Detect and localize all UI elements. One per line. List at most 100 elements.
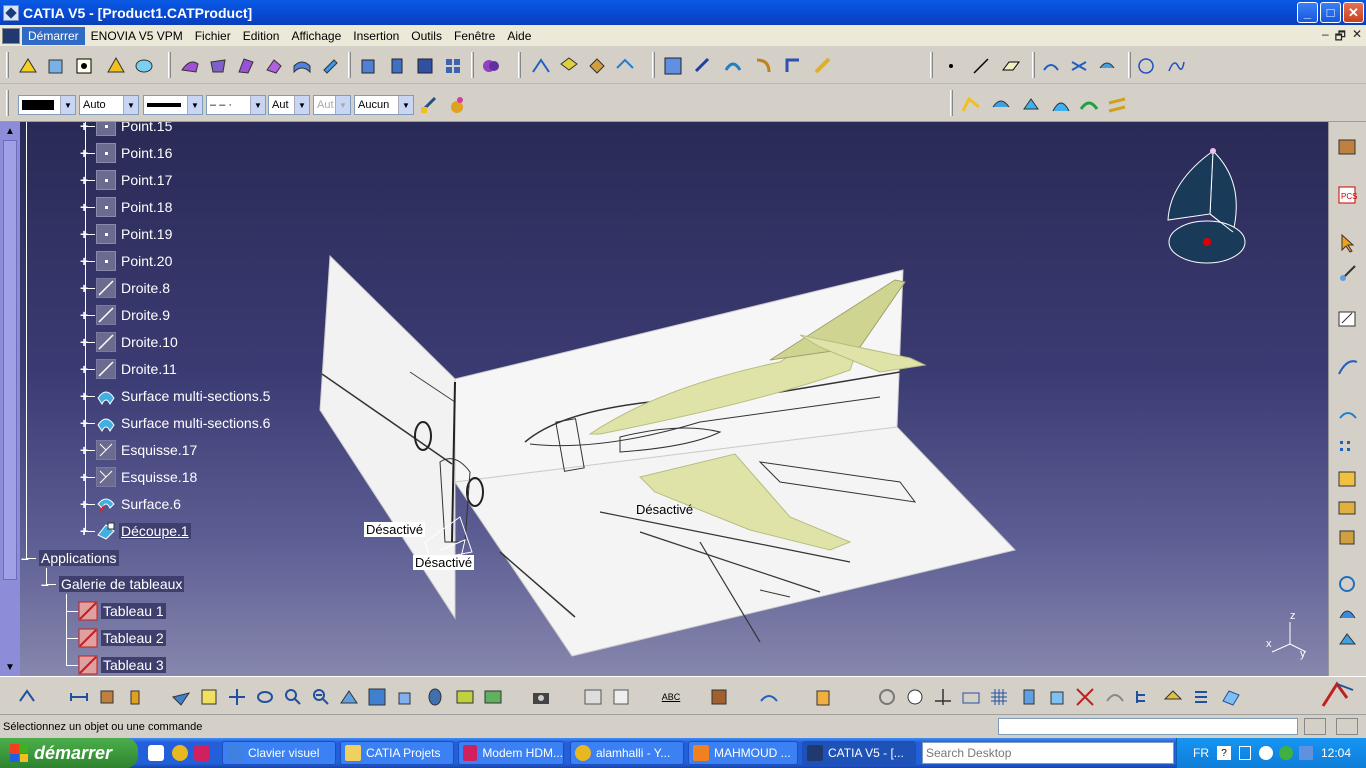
- tree-expand-icon[interactable]: +: [80, 443, 90, 457]
- scaling-tool-icon[interactable]: [782, 55, 804, 77]
- pattern-tool-icon[interactable]: [442, 55, 464, 77]
- spline-tool-icon[interactable]: [1165, 55, 1187, 77]
- tree-expand-icon[interactable]: +: [80, 254, 90, 268]
- task-modem[interactable]: Modem HDM...: [458, 741, 564, 765]
- tree-node[interactable]: Droite.9: [96, 304, 172, 326]
- tree-node[interactable]: Point.20: [96, 250, 174, 272]
- cube-tool-icon[interactable]: [45, 55, 67, 77]
- tree-expand-icon[interactable]: +: [80, 497, 90, 511]
- spell-check-icon[interactable]: ABC: [660, 686, 682, 708]
- mass-icon[interactable]: [124, 686, 146, 708]
- boolean-tool-icon[interactable]: [480, 55, 502, 77]
- extract-tool-icon[interactable]: [530, 55, 552, 77]
- extrude-tool-icon[interactable]: [105, 55, 127, 77]
- command-cancel-button[interactable]: [1336, 718, 1358, 735]
- spin-icon[interactable]: [876, 686, 898, 708]
- design-table-icon[interactable]: [610, 686, 632, 708]
- line-tool-icon[interactable]: [970, 55, 992, 77]
- tree-expand-icon[interactable]: +: [80, 173, 90, 187]
- tree-collapse-icon[interactable]: –: [21, 551, 31, 565]
- fit-all-icon[interactable]: [198, 686, 220, 708]
- tree-node[interactable]: Droite.11: [96, 358, 179, 380]
- network-icon[interactable]: [1279, 746, 1293, 760]
- sweep-tool-icon[interactable]: [179, 55, 201, 77]
- chrome-quicklaunch-icon[interactable]: [172, 745, 188, 761]
- menu-edition[interactable]: Edition: [237, 27, 286, 45]
- menu-fichier[interactable]: Fichier: [189, 27, 237, 45]
- edge-fillet-icon[interactable]: [960, 94, 982, 116]
- transparency-select[interactable]: Auto ▼: [79, 95, 139, 115]
- tree-node[interactable]: Droite.8: [96, 277, 172, 299]
- solid-tool-icon[interactable]: [357, 55, 379, 77]
- knowledge-icon[interactable]: [1337, 574, 1359, 596]
- tree-expand-icon[interactable]: +: [80, 524, 90, 538]
- hide-show-icon[interactable]: [454, 686, 476, 708]
- task-catia-projets[interactable]: CATIA Projets: [340, 741, 454, 765]
- snap-grid-icon[interactable]: [988, 686, 1010, 708]
- task-clavier-visuel[interactable]: Clavier visuel: [222, 741, 336, 765]
- join-tool-icon[interactable]: [319, 55, 341, 77]
- fill-tool-icon[interactable]: [207, 55, 229, 77]
- chordal-fillet-icon[interactable]: [1106, 94, 1128, 116]
- start-button[interactable]: démarrer: [0, 738, 138, 768]
- scroll-up-icon[interactable]: ▲: [2, 124, 18, 138]
- offset-tool-icon[interactable]: [291, 55, 313, 77]
- analysis-icon[interactable]: [758, 686, 780, 708]
- dress-up-icon[interactable]: [1162, 686, 1184, 708]
- minimize-button[interactable]: _: [1297, 2, 1318, 23]
- tree-expand-icon[interactable]: +: [80, 416, 90, 430]
- 3d-viewport[interactable]: z y x Désactivé Désactivé Désactivé ▲ ▼ …: [0, 122, 1328, 676]
- desktop-quicklaunch-icon[interactable]: [148, 745, 164, 761]
- tree-expand-icon[interactable]: +: [80, 281, 90, 295]
- tree-node[interactable]: Esquisse.18: [96, 466, 199, 488]
- select-arrow-icon[interactable]: [1337, 232, 1359, 254]
- tree-node[interactable]: Point.15: [96, 122, 174, 137]
- work-plane-icon[interactable]: [960, 686, 982, 708]
- menu-affichage[interactable]: Affichage: [285, 27, 347, 45]
- rotate-view-icon[interactable]: [254, 686, 276, 708]
- tree-node-table[interactable]: Tableau 3: [78, 654, 166, 676]
- boolean-ops-icon[interactable]: [1337, 496, 1359, 518]
- line-type-select[interactable]: – – · ▼: [206, 95, 266, 115]
- tree-expand-icon[interactable]: +: [80, 335, 90, 349]
- revolve-tool-icon[interactable]: [133, 55, 155, 77]
- split-tool-icon[interactable]: [614, 55, 636, 77]
- publish-icon[interactable]: [1220, 686, 1242, 708]
- menu-fenetre[interactable]: Fenêtre: [448, 27, 501, 45]
- tree-node[interactable]: Droite.10: [96, 331, 180, 353]
- task-catia-v5[interactable]: CATIA V5 - [...: [802, 741, 916, 765]
- tree-expand-icon[interactable]: +: [80, 146, 90, 160]
- document-icon[interactable]: [2, 27, 20, 44]
- grid-tool-icon[interactable]: [662, 55, 684, 77]
- tree-node[interactable]: Surface multi-sections.6: [96, 412, 272, 434]
- hierarchy-icon[interactable]: [1132, 686, 1154, 708]
- filter-select[interactable]: Aucun ▼: [354, 95, 414, 115]
- toolbar-grip[interactable]: [6, 52, 9, 78]
- zoom-out-icon[interactable]: [310, 686, 332, 708]
- pcs-icon[interactable]: PCS: [1337, 184, 1359, 206]
- zoom-in-icon[interactable]: [282, 686, 304, 708]
- tree-expand-icon[interactable]: +: [80, 308, 90, 322]
- tree-expand-icon[interactable]: +: [80, 122, 90, 133]
- tree-expand-icon[interactable]: +: [80, 362, 90, 376]
- repeat-icon[interactable]: [1337, 406, 1359, 428]
- menu-demarrer[interactable]: Démarrer: [22, 26, 85, 45]
- volume-icon[interactable]: [1299, 746, 1313, 760]
- tree-node[interactable]: Point.16: [96, 142, 174, 164]
- tree-node[interactable]: Esquisse.17: [96, 439, 199, 461]
- tree-node[interactable]: Surface multi-sections.5: [96, 385, 272, 407]
- box-icon[interactable]: [1046, 686, 1068, 708]
- boundary-tool-icon[interactable]: [586, 55, 608, 77]
- clock[interactable]: 12:04: [1321, 746, 1351, 760]
- parallel-curve-tool-icon[interactable]: [1096, 55, 1118, 77]
- language-indicator[interactable]: FR: [1193, 746, 1209, 760]
- tree-expand-icon[interactable]: +: [80, 389, 90, 403]
- compass-tool-icon[interactable]: [1337, 262, 1359, 284]
- blend-tool-icon[interactable]: [263, 55, 285, 77]
- tree-node[interactable]: Point.18: [96, 196, 174, 218]
- pan-icon[interactable]: [226, 686, 248, 708]
- symmetry-tool-icon[interactable]: [752, 55, 774, 77]
- close-button[interactable]: ✕: [1343, 2, 1364, 23]
- circle-tool-icon[interactable]: [1135, 55, 1157, 77]
- menu-insertion[interactable]: Insertion: [347, 27, 405, 45]
